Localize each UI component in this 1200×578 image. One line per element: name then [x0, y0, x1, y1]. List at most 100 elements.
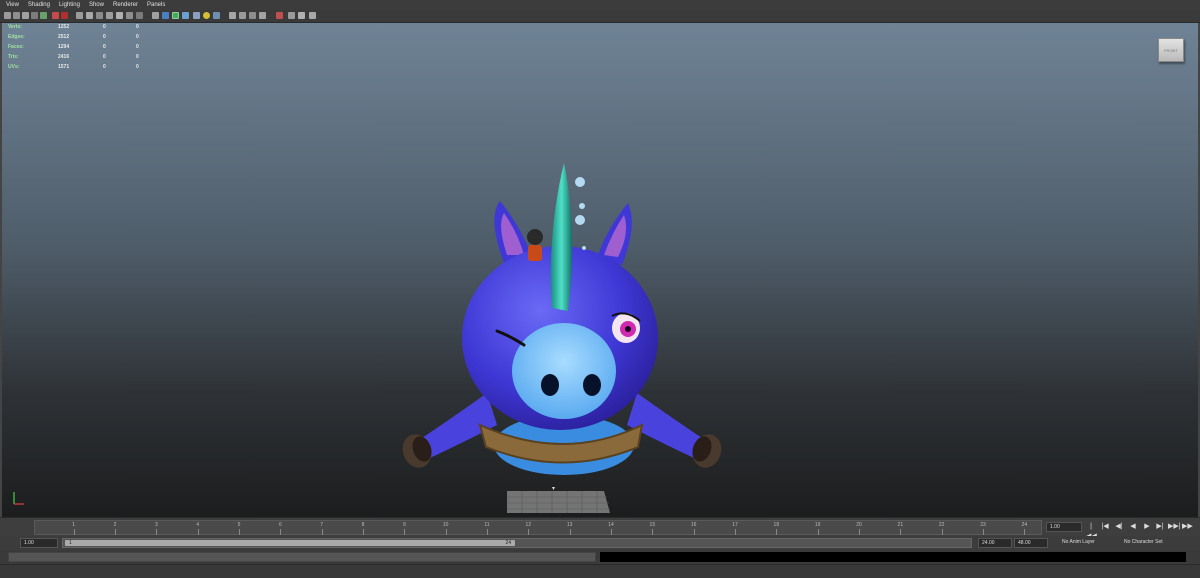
step-forward-key-button[interactable]: ▶▶|	[1168, 522, 1181, 532]
wireframe-icon[interactable]	[76, 12, 83, 19]
timeline-tick	[941, 529, 943, 535]
resolution-gate-icon[interactable]	[61, 12, 68, 19]
timeline-tick	[528, 529, 530, 535]
anim-end-field[interactable]: 48.00	[1014, 538, 1048, 548]
shadows-icon[interactable]	[182, 12, 189, 19]
ambient-occlusion-icon[interactable]	[203, 12, 210, 19]
hud-value: 0	[103, 54, 106, 60]
hud-label: Verts:	[8, 24, 22, 30]
camera-attributes-icon[interactable]	[13, 12, 20, 19]
grid-icon[interactable]	[40, 12, 47, 19]
menu-lighting[interactable]: Lighting	[59, 0, 80, 10]
xray-joints-icon[interactable]	[239, 12, 246, 19]
render-view-icon[interactable]	[288, 12, 295, 19]
use-default-material-icon[interactable]	[152, 12, 159, 19]
menu-view[interactable]: View	[6, 0, 19, 10]
select-camera-icon[interactable]	[4, 12, 11, 19]
timeline-tick	[487, 529, 488, 535]
timeline-tick-label: 7	[320, 522, 324, 528]
end-time-field[interactable]: 24.00	[978, 538, 1012, 548]
current-frame-field[interactable]: 1.00	[1046, 522, 1082, 532]
play-backwards-button[interactable]: ◀	[1128, 522, 1138, 532]
timeline-tick-label: 9	[402, 522, 406, 528]
manipulator-icon[interactable]	[309, 12, 316, 19]
timeline-tick-label: 14	[608, 522, 614, 528]
timeline-ruler[interactable]: 1 2 3 4 5 6 7 8 9 10 11 12 13 14 15 16 17 18 19 20 21 22 23 24	[34, 520, 1042, 535]
anim-layer-label[interactable]: No Anim Layer	[1062, 539, 1095, 545]
timeline-tick-label: 3	[154, 522, 158, 528]
bounding-box-icon[interactable]	[106, 12, 113, 19]
go-to-start-button[interactable]: |◀◀	[1086, 522, 1097, 540]
textured-icon[interactable]	[162, 12, 169, 19]
xray-components-icon[interactable]	[249, 12, 256, 19]
hud-value: 0	[136, 24, 139, 30]
gate-mask-icon[interactable]	[259, 12, 266, 19]
menu-show[interactable]: Show	[89, 0, 104, 10]
high-quality-icon[interactable]	[193, 12, 200, 19]
character-model[interactable]: ▾	[392, 133, 732, 513]
bubbles	[575, 177, 586, 250]
hypershade-icon[interactable]	[298, 12, 305, 19]
view-cube[interactable]: FRONT	[1158, 38, 1184, 62]
timeline-tick-label: 10	[442, 522, 449, 528]
timeline-tick-label: 1	[72, 522, 76, 528]
eye-pupil	[625, 326, 631, 332]
right-nostril	[583, 374, 601, 396]
flat-shade-icon[interactable]	[96, 12, 103, 19]
film-gate-icon[interactable]	[52, 12, 59, 19]
image-plane-icon[interactable]	[31, 12, 38, 19]
timeline-tick-label: 6	[278, 522, 282, 528]
hud-value: 1571	[58, 64, 70, 70]
step-forward-frame-button[interactable]: ▶|	[1155, 522, 1165, 532]
timeline-tick-label: 18	[773, 522, 780, 528]
range-end-label: 24	[505, 540, 511, 546]
hud-row-verts: Verts: 1252 0 0	[8, 23, 148, 33]
timeline-tick-label: 5	[237, 522, 241, 528]
menu-renderer[interactable]: Renderer	[113, 0, 138, 10]
timeline-tick	[652, 529, 654, 535]
go-to-end-button[interactable]: ▶▶	[1182, 522, 1193, 532]
time-slider[interactable]: 1 2 3 4 5 6 7 8 9 10 11 12 13 14 15 16 17 18 19 20 21 22 23 24 …	[0, 517, 1200, 540]
step-back-frame-button[interactable]: ◀|	[1114, 522, 1124, 532]
xray-icon[interactable]	[136, 12, 143, 19]
wireframe-on-shaded-icon[interactable]	[126, 12, 133, 19]
timeline-tick	[735, 529, 736, 535]
command-input[interactable]	[8, 552, 596, 562]
menu-panels[interactable]: Panels	[147, 0, 165, 10]
timeline-tick	[73, 529, 75, 535]
hud-row-uvs: UVs: 1571 0 0	[8, 63, 148, 73]
3d-viewport[interactable]: Verts: 1252 0 0 Edges: 2512 0 0 Faces: 1…	[2, 23, 1198, 517]
timeline-tick-label: 8	[361, 522, 365, 528]
hud-value: 0	[136, 54, 139, 60]
bookmark-icon[interactable]	[22, 12, 29, 19]
hud-value: 2416	[58, 54, 70, 60]
timeline-tick	[776, 529, 778, 535]
timeline-tick	[321, 529, 323, 535]
mohawk-horn	[550, 163, 573, 311]
timeline-tick	[859, 529, 860, 535]
range-thumb[interactable]: 1 24	[65, 540, 515, 546]
step-back-key-button[interactable]: |◀	[1100, 522, 1110, 532]
timeline-tick-label: 17	[732, 522, 738, 528]
character-set-label[interactable]: No Character Set	[1124, 539, 1163, 545]
timeline-tick	[239, 529, 240, 535]
timeline-tick	[817, 529, 819, 535]
hud-value: 0	[136, 64, 139, 70]
motion-blur-icon[interactable]	[213, 12, 220, 19]
menu-shading[interactable]: Shading	[28, 0, 50, 10]
hud-label: Faces:	[8, 44, 24, 50]
hud-toggle-icon[interactable]	[276, 12, 283, 19]
timeline-tick-label: 11	[484, 522, 490, 528]
timeline-tick-label: 24	[1021, 522, 1028, 528]
range-track[interactable]: 1 24	[62, 538, 972, 548]
points-icon[interactable]	[116, 12, 123, 19]
play-forwards-button[interactable]: ▶	[1142, 522, 1152, 532]
hud-row-edges: Edges: 2512 0 0	[8, 33, 148, 43]
isolate-select-icon[interactable]	[229, 12, 236, 19]
range-start-label: 1	[69, 540, 72, 546]
smooth-shade-icon[interactable]	[86, 12, 93, 19]
lights-icon[interactable]	[172, 12, 179, 19]
hud-value: 0	[136, 34, 139, 40]
hud-value: 0	[103, 34, 106, 40]
start-time-field[interactable]: 1.00	[20, 538, 58, 548]
